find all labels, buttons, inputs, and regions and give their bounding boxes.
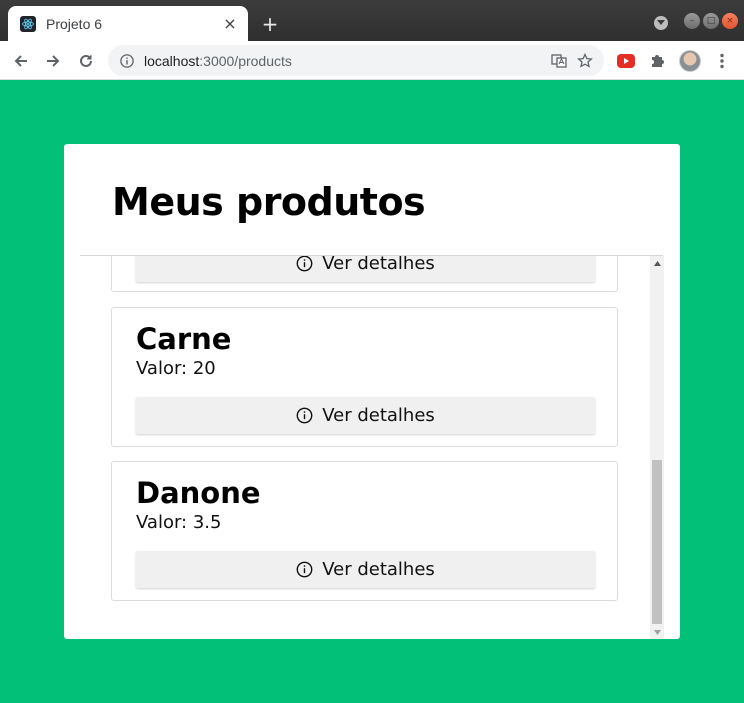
close-icon: × — [726, 16, 734, 26]
minimize-icon: – — [689, 16, 695, 26]
scrollbar-thumb[interactable] — [652, 460, 662, 624]
product-value: Valor: 3.5 — [136, 512, 222, 533]
close-window-button[interactable]: × — [722, 13, 738, 29]
info-icon — [296, 407, 313, 424]
url-host: localhost — [144, 52, 200, 69]
tab-close-icon[interactable]: × — [220, 14, 240, 34]
browser-tab[interactable]: Projeto 6 × — [8, 6, 248, 41]
page-title: Meus produtos — [112, 180, 426, 224]
translate-icon[interactable] — [546, 48, 572, 74]
info-icon — [296, 561, 313, 578]
reload-button[interactable] — [73, 48, 99, 74]
product-card: Ver detalhes — [111, 255, 618, 292]
product-value: Valor: 20 — [136, 358, 216, 379]
address-bar[interactable]: localhost:3000/products — [108, 45, 604, 76]
tab-search-icon[interactable] — [654, 16, 668, 30]
tab-title: Projeto 6 — [46, 15, 103, 32]
site-info-icon[interactable] — [114, 48, 140, 74]
browser-menu-icon[interactable] — [710, 49, 734, 73]
browser-toolbar: localhost:3000/products — [0, 41, 744, 80]
product-name: Danone — [136, 476, 261, 510]
new-tab-button[interactable]: + — [258, 12, 282, 36]
react-favicon-icon — [20, 15, 36, 32]
avatar — [679, 50, 701, 72]
youtube-extension-icon[interactable] — [614, 49, 638, 73]
list-scrollbar[interactable] — [650, 256, 664, 639]
view-details-label: Ver detalhes — [322, 559, 435, 580]
profile-avatar-button[interactable] — [678, 49, 702, 73]
forward-arrow-icon — [47, 55, 60, 67]
minimize-window-button[interactable]: – — [684, 13, 700, 29]
product-name: Carne — [136, 322, 232, 356]
product-card-carne: Carne Valor: 20 Ver detalhes — [111, 307, 618, 447]
url-text: localhost:3000/products — [144, 53, 546, 69]
view-details-button[interactable]: Ver detalhes — [136, 397, 595, 434]
back-button[interactable] — [8, 48, 34, 74]
products-list[interactable]: Ver detalhes Carne Valor: 20 Ver detalhe… — [80, 255, 663, 639]
view-details-label: Ver detalhes — [322, 255, 435, 274]
view-details-button[interactable]: Ver detalhes — [136, 255, 595, 282]
view-details-label: Ver detalhes — [322, 405, 435, 426]
view-details-button[interactable]: Ver detalhes — [136, 551, 595, 588]
back-arrow-icon — [14, 55, 27, 67]
product-card-danone: Danone Valor: 3.5 Ver detalhes — [111, 461, 618, 601]
forward-button[interactable] — [40, 48, 66, 74]
bookmark-star-icon[interactable] — [572, 48, 598, 74]
products-card: Meus produtos Ver detalhes Carne Valor: … — [64, 144, 680, 639]
info-icon — [296, 256, 313, 272]
extensions-puzzle-icon[interactable] — [645, 49, 669, 73]
maximize-icon: □ — [706, 16, 716, 26]
scroll-up-arrow-icon[interactable] — [650, 256, 664, 270]
url-path: :3000/products — [199, 52, 292, 69]
browser-titlebar: Projeto 6 × + – □ × — [0, 0, 744, 41]
maximize-window-button[interactable]: □ — [703, 13, 719, 29]
reload-icon — [80, 54, 92, 67]
scroll-down-arrow-icon[interactable] — [650, 625, 664, 639]
